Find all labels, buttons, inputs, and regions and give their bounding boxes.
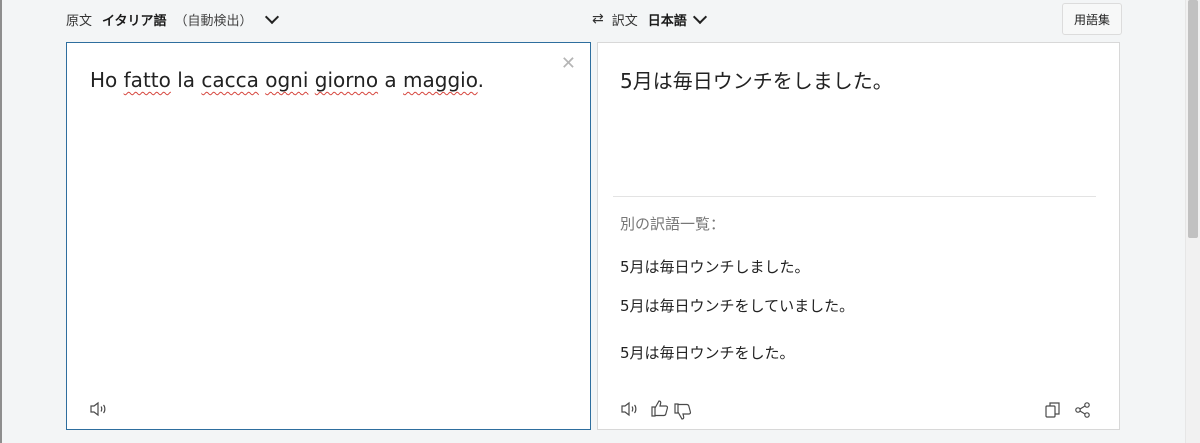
target-label: 訳文 bbox=[611, 13, 638, 29]
thumbs-up-icon[interactable] bbox=[651, 399, 671, 421]
copy-icon[interactable] bbox=[1044, 401, 1062, 423]
source-word: ogni bbox=[265, 68, 309, 92]
speaker-icon[interactable] bbox=[620, 401, 640, 421]
source-panel[interactable]: Ho fatto la cacca ogni giorno a maggio. … bbox=[66, 42, 591, 430]
scrollbar-thumb[interactable] bbox=[1188, 0, 1198, 238]
chevron-down-icon[interactable] bbox=[692, 9, 707, 24]
swap-icon[interactable]: ⇄ bbox=[592, 11, 604, 27]
source-word: la bbox=[177, 68, 196, 92]
alternative-translation[interactable]: 5月は毎日ウンチをしていました。 bbox=[620, 295, 854, 316]
source-punctuation: . bbox=[477, 68, 484, 92]
alternatives-heading: 別の訳語一覧： bbox=[620, 215, 726, 233]
translation-text[interactable]: 5月は毎日ウンチをしました。 bbox=[620, 65, 893, 94]
alternative-translation[interactable]: 5月は毎日ウンチしました。 bbox=[620, 256, 810, 277]
scrollbar[interactable] bbox=[1185, 0, 1200, 443]
source-label: 原文 bbox=[66, 13, 93, 29]
source-word: Ho bbox=[90, 68, 118, 92]
divider bbox=[613, 196, 1096, 197]
source-language[interactable]: イタリア語 bbox=[102, 10, 166, 29]
target-panel: 5月は毎日ウンチをしました。 別の訳語一覧： 5月は毎日ウンチしました。 5月は… bbox=[597, 42, 1120, 430]
share-icon[interactable] bbox=[1074, 401, 1092, 423]
alternative-translation[interactable]: 5月は毎日ウンチをした。 bbox=[620, 342, 795, 363]
source-word: maggio bbox=[403, 68, 478, 92]
target-language-bar: ⇄ 訳文 日本語 bbox=[592, 0, 707, 38]
window-edge bbox=[0, 0, 2, 443]
speaker-icon[interactable] bbox=[89, 401, 109, 421]
chevron-down-icon[interactable] bbox=[264, 9, 279, 24]
source-text-input[interactable]: Ho fatto la cacca ogni giorno a maggio. bbox=[90, 68, 484, 92]
close-icon[interactable]: ✕ bbox=[561, 53, 576, 74]
glossary-button[interactable]: 用語集 bbox=[1062, 3, 1122, 35]
source-word: giorno bbox=[314, 68, 379, 92]
source-language-bar: 原文 イタリア語 （自動検出） bbox=[66, 0, 279, 38]
source-word: cacca bbox=[201, 68, 259, 92]
target-language[interactable]: 日本語 bbox=[648, 10, 687, 29]
source-word: fatto bbox=[123, 68, 171, 92]
source-word: a bbox=[384, 68, 397, 92]
auto-detect-label: （自動検出） bbox=[174, 13, 253, 29]
thumbs-down-icon[interactable] bbox=[674, 403, 694, 425]
